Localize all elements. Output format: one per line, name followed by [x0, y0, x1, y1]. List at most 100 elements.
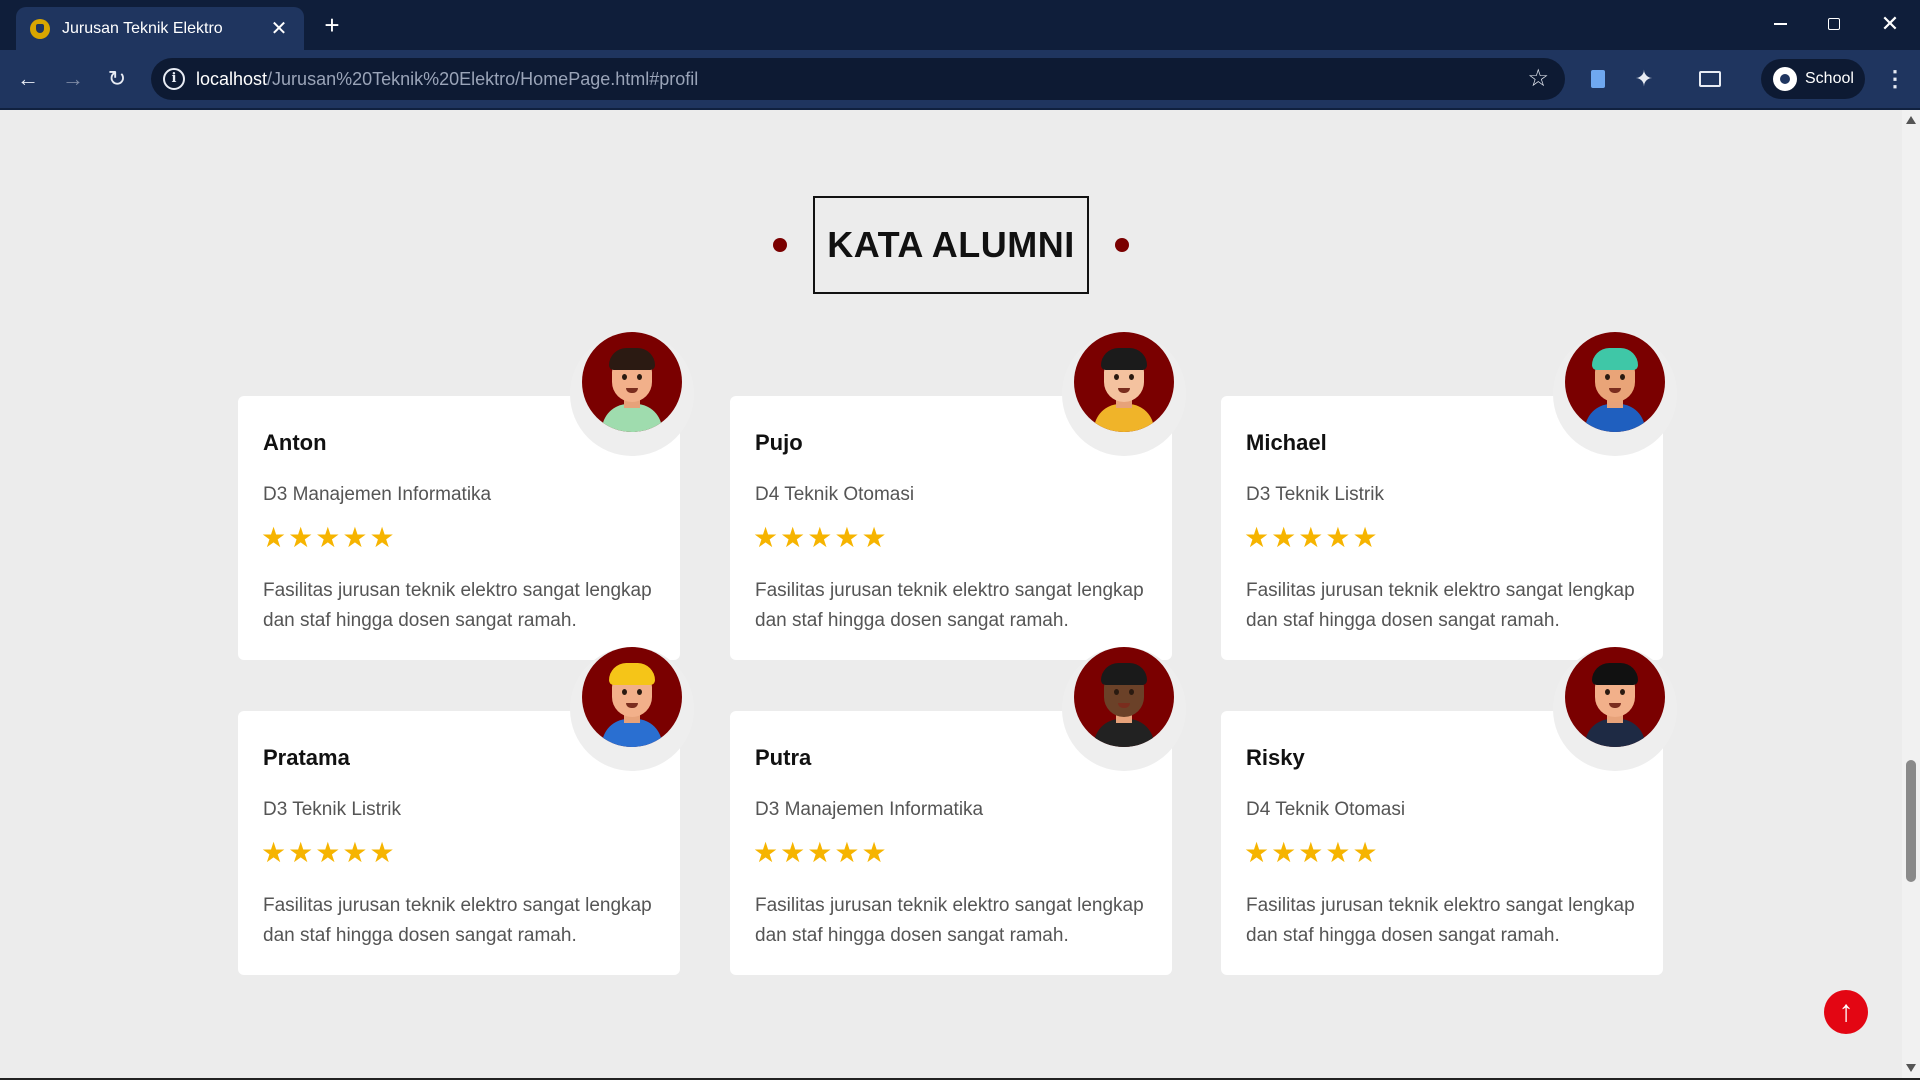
extension-icon[interactable]	[1583, 64, 1613, 94]
star-icon: ★	[834, 522, 860, 553]
star-icon: ★	[369, 522, 395, 553]
star-icon: ★	[780, 522, 806, 553]
alumni-name: Pratama	[263, 745, 350, 770]
site-info-icon[interactable]: i	[163, 68, 185, 90]
star-icon: ★	[861, 522, 887, 553]
star-icon: ★	[1244, 522, 1270, 553]
star-icon: ★	[1271, 837, 1297, 868]
restore-icon	[1828, 18, 1840, 30]
alumni-name: Pujo	[755, 430, 803, 455]
address-bar[interactable]: i localhost/Jurusan%20Teknik%20Elektro/H…	[151, 58, 1565, 100]
alumni-avatar	[1062, 332, 1186, 456]
star-icon: ★	[834, 837, 860, 868]
star-icon: ★	[288, 522, 314, 553]
heading-box: KATA ALUMNI	[813, 196, 1089, 294]
star-icon: ★	[780, 837, 806, 868]
testimonial-text: Fasilitas jurusan teknik elektro sangat …	[755, 580, 1144, 631]
profile-button[interactable]: School	[1761, 59, 1865, 99]
testimonial-card: Pratama D3 Teknik Listrik ★ ★ ★ ★ ★ Fasilitas j…	[238, 647, 694, 975]
reload-icon[interactable]: ↻	[103, 65, 131, 93]
tab-close-icon[interactable]: ✕	[268, 19, 290, 39]
page-viewport: KATA ALUMNI Anton D3 Manajemen Informatik…	[0, 110, 1902, 1078]
star-icon: ★	[1298, 837, 1324, 868]
testimonial-card: Risky D4 Teknik Otomasi ★ ★ ★ ★ ★ Fasilitas jur…	[1221, 647, 1677, 975]
page-scrollbar[interactable]	[1902, 110, 1920, 1078]
star-icon: ★	[1271, 522, 1297, 553]
avatar-man-dreadlocks-icon	[1074, 647, 1174, 747]
star-icon: ★	[1298, 522, 1324, 553]
testimonial-text: Fasilitas jurusan teknik elektro sangat …	[263, 580, 652, 631]
site-favicon-icon	[30, 18, 50, 39]
testimonial-card: Michael D3 Teknik Listrik ★ ★ ★ ★ ★ Fasilitas j…	[1221, 332, 1677, 660]
url-host: localhost	[196, 69, 268, 89]
avatar-boy-green-shirt-icon	[582, 332, 682, 432]
browser-tab[interactable]: Jurusan Teknik Elektro ✕	[16, 7, 304, 50]
restore-button[interactable]	[1814, 10, 1854, 38]
testimonial-text: Fasilitas jurusan teknik elektro sangat …	[263, 895, 652, 946]
star-icon: ★	[1325, 522, 1351, 553]
alumni-program: D3 Teknik Listrik	[263, 799, 401, 820]
url-text[interactable]: localhost/Jurusan%20Teknik%20Elektro/Hom…	[196, 69, 698, 90]
tab-title: Jurusan Teknik Elektro	[62, 19, 223, 37]
star-icon: ★	[315, 522, 341, 553]
minimize-button[interactable]	[1760, 10, 1800, 38]
star-icon: ★	[807, 522, 833, 553]
heading-dot-right	[1115, 238, 1129, 252]
browser-toolbar: ← → ↻ i localhost/Jurusan%20Teknik%20Ele…	[0, 50, 1920, 108]
star-icon: ★	[807, 837, 833, 868]
testimonial-text: Fasilitas jurusan teknik elektro sangat …	[1246, 895, 1635, 946]
heading-dot-left	[773, 238, 787, 252]
alumni-program: D3 Teknik Listrik	[1246, 484, 1384, 505]
alumni-avatar	[1553, 647, 1677, 771]
star-icon: ★	[369, 837, 395, 868]
star-icon: ★	[753, 522, 779, 553]
arrow-up-icon: ↑	[1838, 995, 1854, 1028]
avatar-graduate-cap-icon	[1565, 647, 1665, 747]
alumni-avatar	[570, 332, 694, 456]
new-tab-button[interactable]: +	[318, 11, 346, 39]
avatar-worker-hardhat-icon	[582, 647, 682, 747]
alumni-avatar	[1553, 332, 1677, 456]
alumni-program: D4 Teknik Otomasi	[1246, 799, 1406, 820]
close-window-button[interactable]: ✕	[1870, 10, 1910, 38]
bookmark-star-icon[interactable]: ☆	[1527, 65, 1549, 93]
star-icon: ★	[261, 837, 287, 868]
alumni-name: Anton	[263, 430, 327, 455]
kebab-menu-icon[interactable]: ⋮	[1880, 64, 1910, 94]
star-icon: ★	[753, 837, 779, 868]
section-heading: KATA ALUMNI	[0, 196, 1902, 294]
testimonial-card: Putra D3 Manajemen Informatika ★ ★ ★ ★ ★ Fasili…	[730, 647, 1186, 975]
alumni-name: Risky	[1246, 745, 1305, 770]
back-arrow-icon[interactable]: ←	[14, 65, 42, 93]
forward-arrow-icon[interactable]: →	[59, 65, 87, 93]
profile-name: School	[1805, 70, 1854, 87]
testimonial-card: Pujo D4 Teknik Otomasi ★ ★ ★ ★ ★ Fasilitas juru…	[730, 332, 1186, 660]
cast-icon[interactable]	[1695, 64, 1725, 94]
avatar-man-blue-hoodie-icon	[1565, 332, 1665, 432]
alumni-name: Michael	[1246, 430, 1327, 455]
star-rating: ★ ★ ★ ★ ★	[261, 838, 395, 868]
star-icon: ★	[1352, 837, 1378, 868]
section-title: KATA ALUMNI	[827, 224, 1075, 265]
scroll-up-arrow-icon[interactable]	[1906, 116, 1916, 124]
star-icon: ★	[1244, 837, 1270, 868]
puzzle-icon[interactable]: ✦	[1629, 64, 1659, 94]
star-icon: ★	[861, 837, 887, 868]
testimonial-text: Fasilitas jurusan teknik elektro sangat …	[755, 895, 1144, 946]
star-icon: ★	[1352, 522, 1378, 553]
star-icon: ★	[288, 837, 314, 868]
alumni-program: D3 Manajemen Informatika	[263, 484, 492, 505]
avatar-man-yellow-jacket-icon	[1074, 332, 1174, 432]
star-icon: ★	[315, 837, 341, 868]
browser-tabstrip: Jurusan Teknik Elektro ✕ + ✕	[0, 0, 1920, 50]
scroll-down-arrow-icon[interactable]	[1906, 1064, 1916, 1072]
url-path: /Jurusan%20Teknik%20Elektro/HomePage.htm…	[267, 69, 699, 89]
back-to-top-button[interactable]: ↑	[1824, 990, 1868, 1034]
alumni-name: Putra	[755, 745, 812, 770]
alumni-program: D4 Teknik Otomasi	[755, 484, 915, 505]
scrollbar-thumb[interactable]	[1906, 760, 1916, 882]
testimonial-card: Anton D3 Manajemen Informatika ★ ★ ★ ★ ★ Fasili…	[238, 332, 694, 660]
star-icon: ★	[342, 522, 368, 553]
testimonial-text: Fasilitas jurusan teknik elektro sangat …	[1246, 580, 1635, 631]
minimize-icon	[1773, 23, 1787, 25]
